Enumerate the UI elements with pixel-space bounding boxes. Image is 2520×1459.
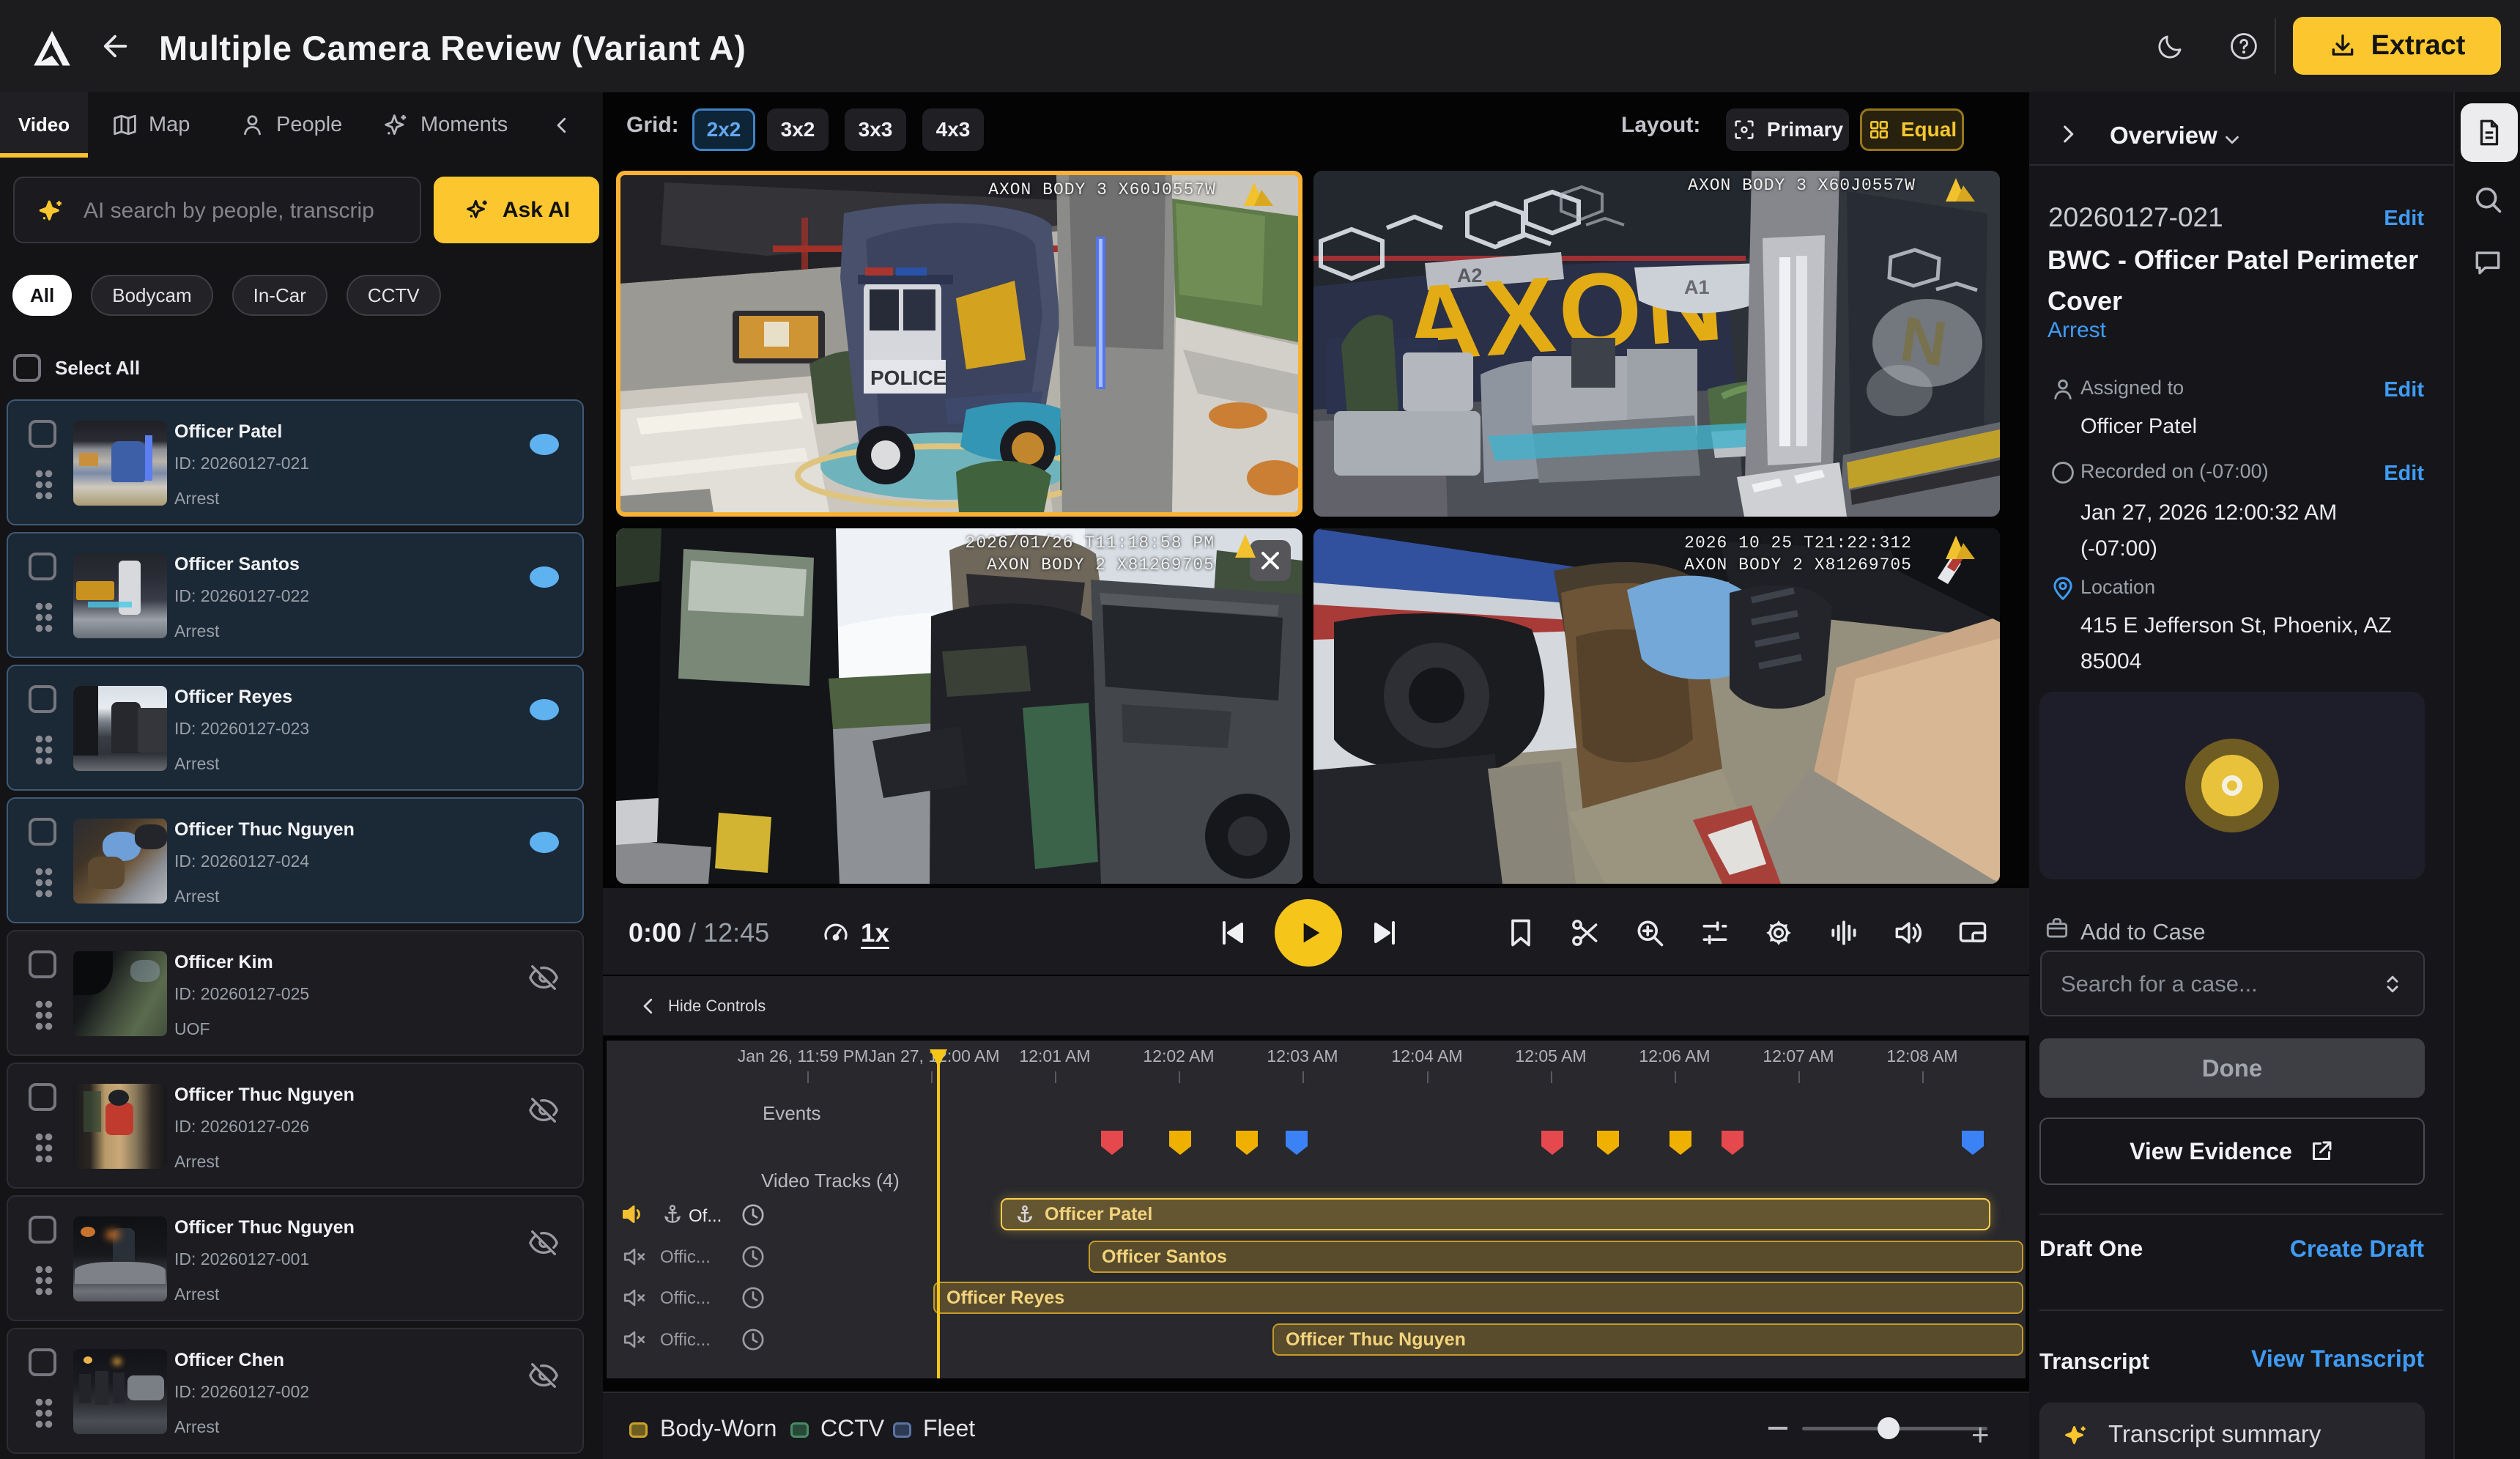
svg-text:POLICE: POLICE [870, 366, 946, 389]
svg-text:N: N [1896, 304, 1951, 380]
svg-text:A1: A1 [1684, 276, 1710, 298]
